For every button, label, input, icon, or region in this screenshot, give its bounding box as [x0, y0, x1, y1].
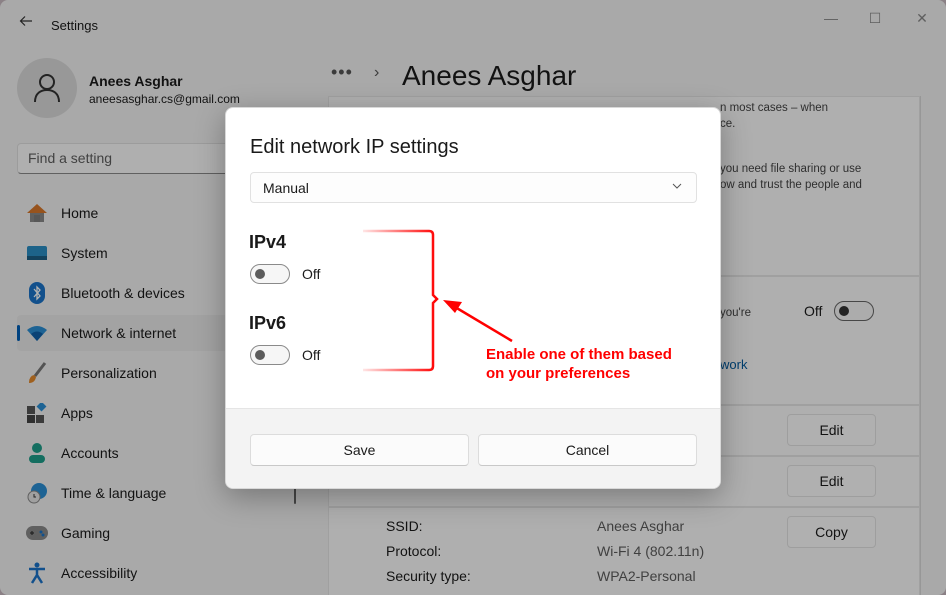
annotation-line-2: on your preferences	[486, 365, 631, 382]
ipv6-toggle-state: Off	[302, 347, 321, 363]
dialog-footer: Save Cancel	[226, 408, 720, 488]
chevron-down-icon	[672, 180, 682, 192]
ipv6-heading: IPv6	[249, 313, 287, 333]
ipv6-toggle-row: Off	[250, 345, 320, 365]
ipv4-toggle-row: Off	[250, 264, 320, 284]
save-button[interactable]: Save	[250, 434, 469, 466]
annotation-line-1: Enable one of them based	[486, 346, 672, 363]
dialog-title: Edit network IP settings	[250, 136, 459, 158]
ipv4-toggle-state: Off	[302, 266, 321, 282]
ip-mode-dropdown[interactable]: Manual	[250, 172, 697, 203]
ipv6-toggle[interactable]	[250, 345, 290, 365]
ip-mode-value: Manual	[263, 180, 309, 196]
edit-ip-settings-dialog: Edit network IP settings Manual IPv4 Off…	[225, 107, 721, 489]
ipv4-heading: IPv4	[249, 232, 287, 252]
annotation-text: Enable one of them based on your prefere…	[486, 345, 672, 383]
ipv4-toggle[interactable]	[250, 264, 290, 284]
cancel-button[interactable]: Cancel	[478, 434, 697, 466]
